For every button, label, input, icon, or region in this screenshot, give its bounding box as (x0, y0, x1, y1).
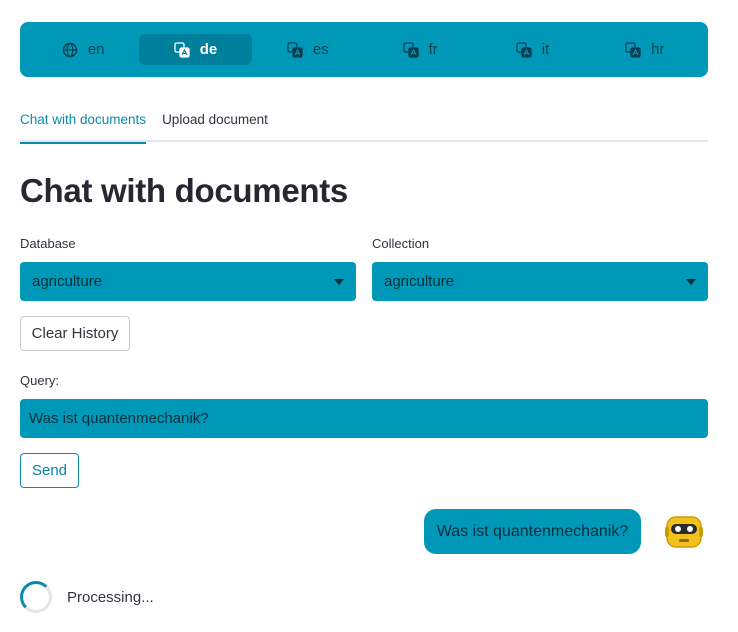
lang-label: hr (651, 41, 665, 58)
query-input[interactable] (20, 399, 708, 438)
tab-upload-document[interactable]: Upload document (162, 106, 268, 142)
lang-label: fr (428, 41, 438, 58)
lang-option-it[interactable]: it (476, 34, 588, 65)
lang-label: es (312, 41, 329, 58)
collection-select[interactable]: agriculture (372, 262, 708, 301)
lang-option-de[interactable]: de (139, 34, 252, 65)
lang-option-fr[interactable]: fr (364, 34, 476, 65)
database-select[interactable]: agriculture (20, 262, 356, 301)
translate-icon (174, 41, 190, 58)
lang-option-es[interactable]: es (252, 34, 364, 65)
page-title: Chat with documents (20, 172, 348, 209)
lang-label: en (87, 41, 105, 58)
tab-chat-with-documents[interactable]: Chat with documents (20, 106, 147, 144)
clear-history-button[interactable]: Clear History (20, 316, 130, 351)
lang-option-hr[interactable]: hr (589, 34, 701, 65)
database-label: Database (20, 236, 76, 251)
database-value: agriculture (32, 273, 103, 290)
lang-label: it (541, 41, 550, 58)
translate-icon (625, 41, 641, 58)
translate-icon (516, 41, 532, 58)
language-selector: en de es fr it hr (20, 22, 708, 77)
tab-bar: Chat with documents Upload document (20, 106, 708, 144)
status-text: Processing... (67, 589, 154, 606)
lang-label: de (199, 41, 218, 58)
chevron-down-icon (334, 278, 344, 285)
lang-option-en[interactable]: en (27, 34, 139, 65)
collection-value: agriculture (384, 273, 455, 290)
robot-icon (665, 516, 703, 548)
loading-spinner-icon (20, 581, 52, 613)
translate-icon (402, 41, 419, 58)
globe-icon (62, 42, 78, 57)
chevron-down-icon (686, 278, 696, 285)
collection-label: Collection (372, 236, 430, 251)
chat-message-bubble: Was ist quantenmechanik? (424, 509, 641, 554)
translate-icon (287, 41, 303, 58)
query-label: Query: (20, 373, 60, 388)
send-button[interactable]: Send (20, 453, 79, 488)
